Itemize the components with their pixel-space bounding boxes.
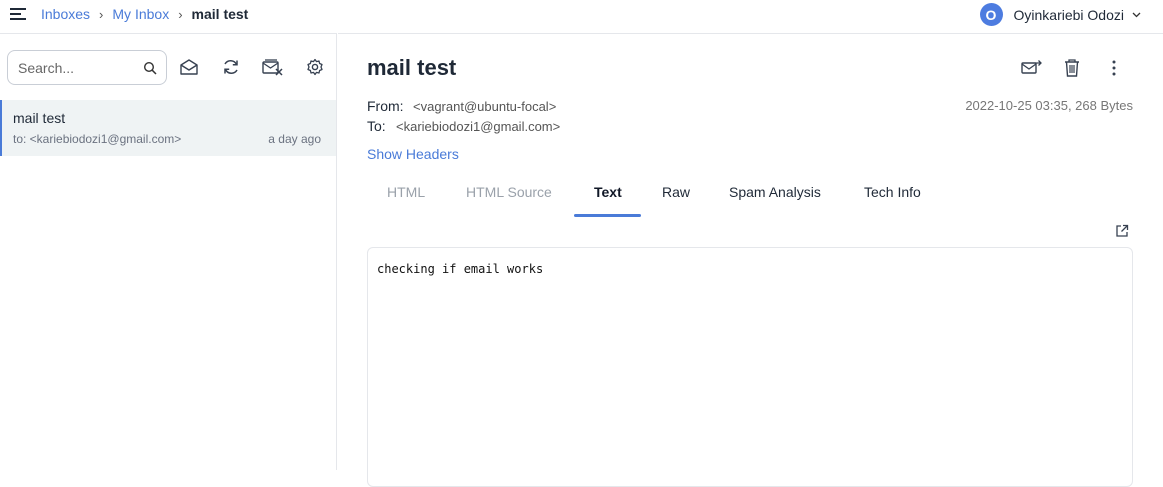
- from-label: From:: [367, 98, 404, 114]
- to-label: To:: [367, 118, 386, 134]
- chevron-right-icon: ›: [178, 6, 183, 22]
- menu-icon[interactable]: [10, 6, 28, 22]
- search-box: [7, 50, 167, 85]
- more-options-icon[interactable]: [1103, 58, 1125, 78]
- breadcrumb-current: mail test: [191, 6, 249, 22]
- mark-read-icon[interactable]: [179, 58, 199, 76]
- user-menu[interactable]: O Oyinkariebi Odozi: [979, 3, 1142, 26]
- mail-subject: mail test: [13, 110, 66, 126]
- top-bar: Inboxes › My Inbox › mail test O Oyinkar…: [0, 0, 1163, 30]
- list-item[interactable]: mail test to: <kariebiodozi1@gmail.com> …: [0, 100, 336, 156]
- message-subject: mail test: [367, 55, 457, 80]
- settings-icon[interactable]: [305, 58, 325, 76]
- breadcrumb: Inboxes › My Inbox › mail test: [41, 6, 248, 22]
- search-icon[interactable]: [143, 61, 157, 75]
- chevron-right-icon: ›: [99, 6, 104, 22]
- tab-spam-analysis[interactable]: Spam Analysis: [729, 184, 821, 200]
- chevron-down-icon: [1132, 12, 1141, 18]
- open-external-icon[interactable]: [1115, 224, 1129, 238]
- show-headers-link[interactable]: Show Headers: [367, 146, 459, 162]
- trash-icon[interactable]: [1061, 58, 1083, 78]
- message-pane: mail test From: <vagrant@ubuntu-focal> T…: [338, 33, 1163, 487]
- refresh-icon[interactable]: [221, 58, 241, 76]
- message-body-text: checking if email works: [377, 262, 544, 276]
- mail-recipient: to: <kariebiodozi1@gmail.com>: [13, 132, 182, 146]
- mail-list-pane: mail test to: <kariebiodozi1@gmail.com> …: [0, 33, 337, 470]
- from-address: <vagrant@ubuntu-focal>: [413, 99, 557, 114]
- active-tab-indicator: [574, 214, 641, 217]
- mail-time: a day ago: [268, 132, 321, 146]
- search-input[interactable]: [18, 59, 138, 77]
- tab-html[interactable]: HTML: [387, 184, 425, 200]
- clear-inbox-icon[interactable]: [262, 58, 284, 76]
- tab-tech-info[interactable]: Tech Info: [864, 184, 921, 200]
- forward-mail-icon[interactable]: [1020, 58, 1042, 78]
- tab-html-source[interactable]: HTML Source: [466, 184, 552, 200]
- message-body: checking if email works: [367, 247, 1133, 487]
- breadcrumb-my-inbox[interactable]: My Inbox: [112, 6, 169, 22]
- breadcrumb-inboxes[interactable]: Inboxes: [41, 6, 90, 22]
- tab-raw[interactable]: Raw: [662, 184, 690, 200]
- avatar: O: [979, 3, 1003, 26]
- to-address: <kariebiodozi1@gmail.com>: [396, 119, 561, 134]
- user-name: Oyinkariebi Odozi: [1013, 6, 1125, 23]
- message-date-size: 2022-10-25 03:35, 268 Bytes: [965, 98, 1133, 113]
- tab-text[interactable]: Text: [594, 184, 622, 200]
